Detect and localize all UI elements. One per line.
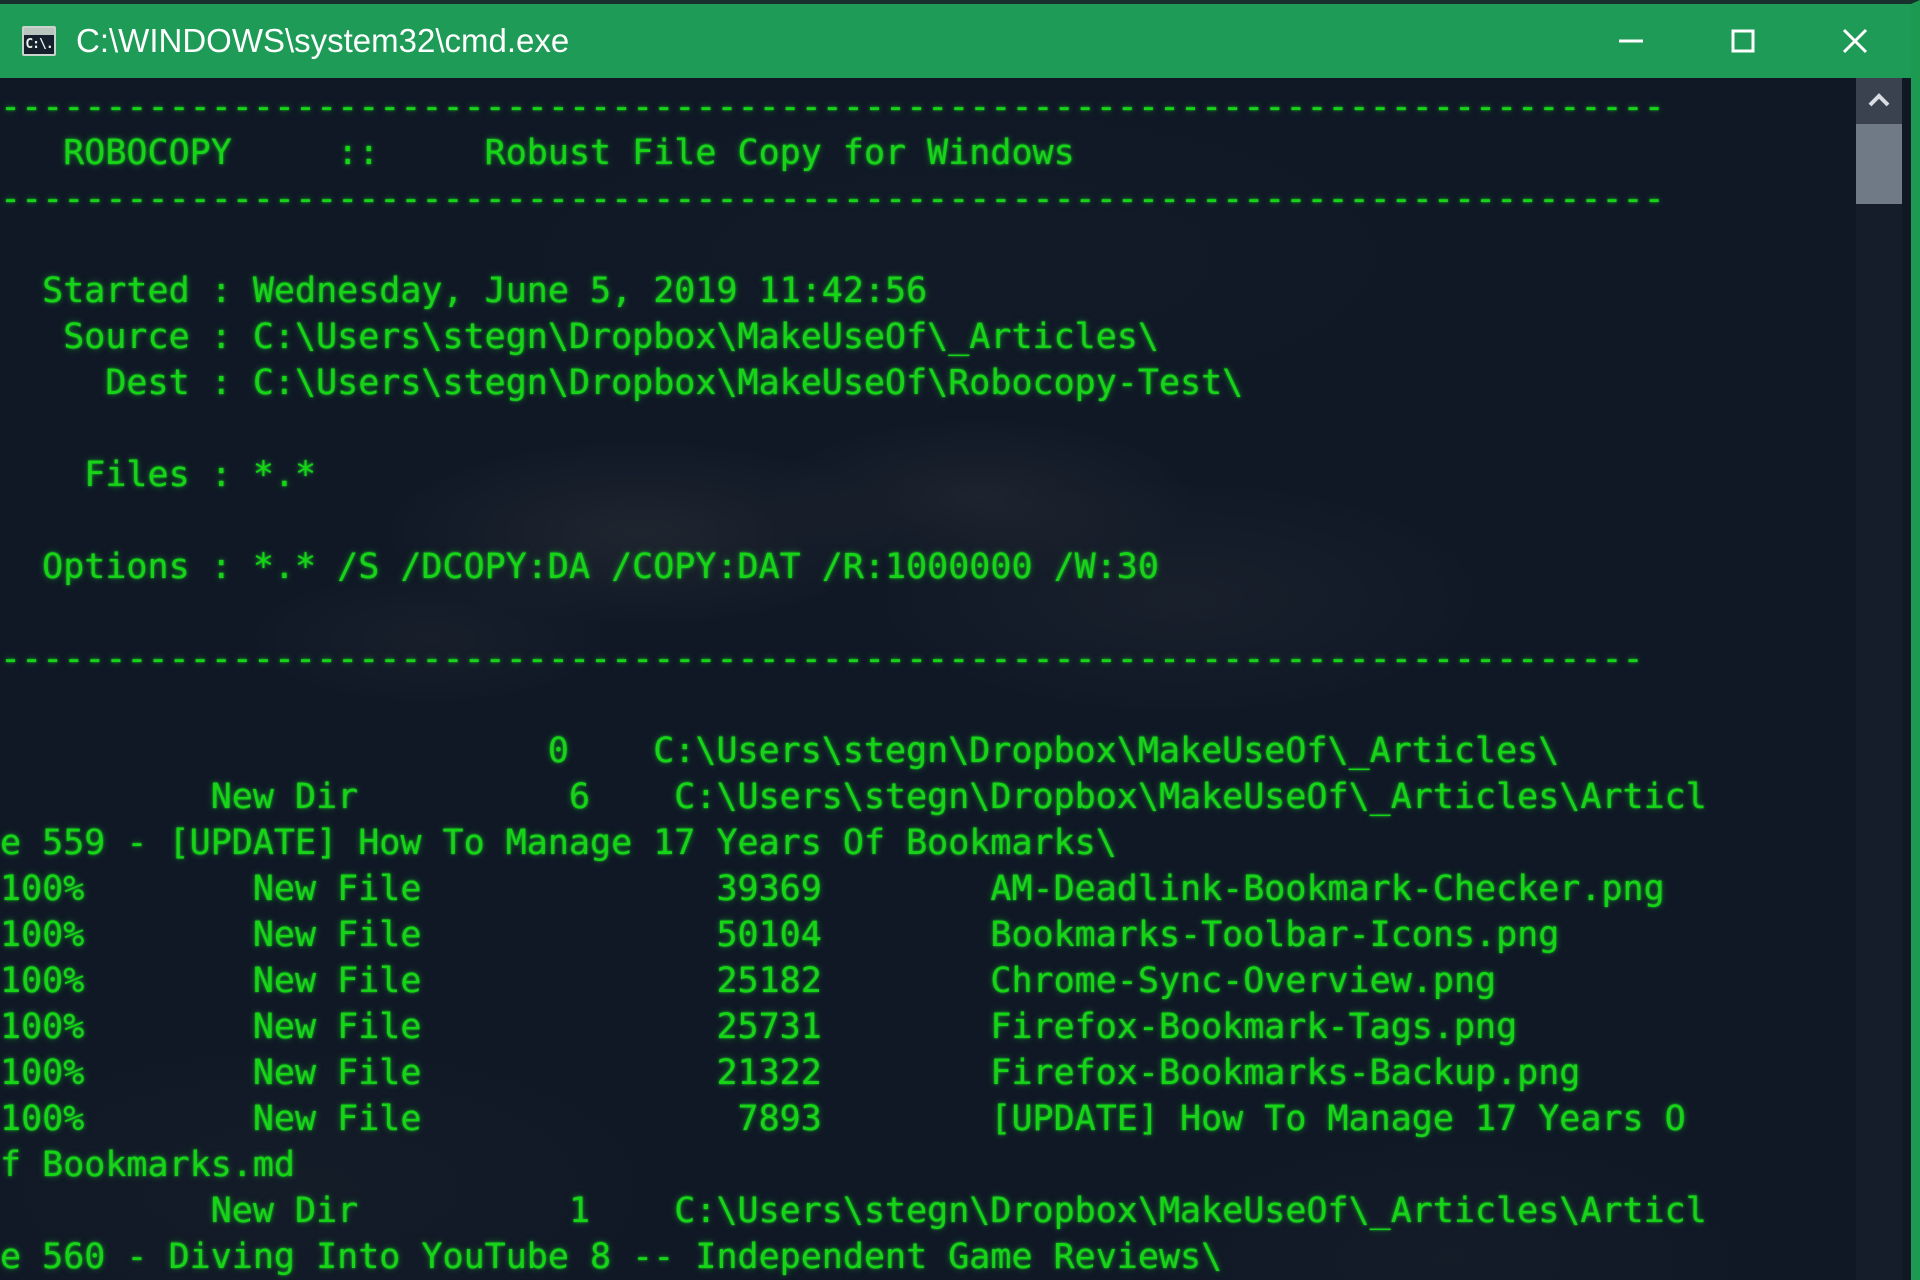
console-line: e 559 - [UPDATE] How To Manage 17 Years … [0, 823, 1117, 863]
console-line: Options : *.* /S /DCOPY:DA /COPY:DAT /R:… [0, 547, 1159, 587]
console-line: Dest : C:\Users\stegn\Dropbox\MakeUseOf\… [0, 363, 1244, 403]
cmd-window: C:\. C:\WINDOWS\system32\cmd.exe -------… [0, 0, 1920, 1280]
window-title: C:\WINDOWS\system32\cmd.exe [76, 22, 570, 59]
maximize-icon [1726, 24, 1760, 58]
minimize-icon [1614, 24, 1648, 58]
scrollbar-up-button[interactable] [1856, 78, 1902, 124]
console-line: f Bookmarks.md [0, 1145, 296, 1185]
console-line: ROBOCOPY :: Robust File Copy for Windows [0, 133, 1075, 173]
console-line: Source : C:\Users\stegn\Dropbox\MakeUseO… [0, 317, 1159, 357]
close-icon [1836, 22, 1874, 60]
chevron-up-icon [1865, 91, 1893, 111]
maximize-button[interactable] [1687, 4, 1799, 78]
console-line: e 560 - Diving Into YouTube 8 -- Indepen… [0, 1237, 1223, 1277]
console-line: 100% New File 50104 Bookmarks-Toolbar-Ic… [0, 915, 1560, 955]
console-line: New Dir 1 C:\Users\stegn\Dropbox\MakeUse… [0, 1191, 1707, 1231]
close-button[interactable] [1799, 4, 1911, 78]
console-line: ----------------------------------------… [0, 87, 1665, 127]
console-line: New Dir 6 C:\Users\stegn\Dropbox\MakeUse… [0, 777, 1707, 817]
console-line: ----------------------------------------… [0, 179, 1665, 219]
console-line: ----------------------------------------… [0, 639, 1644, 679]
console-line: 0 C:\Users\stegn\Dropbox\MakeUseOf\_Arti… [0, 731, 1560, 771]
console-line: Files : *.* [0, 455, 317, 495]
console-line: 100% New File 25182 Chrome-Sync-Overview… [0, 961, 1497, 1001]
console-line: Started : Wednesday, June 5, 2019 11:42:… [0, 271, 928, 311]
console-scrollbar[interactable] [1856, 78, 1902, 1280]
console-output-area[interactable]: ----------------------------------------… [0, 78, 1911, 1280]
cmd-app-icon-label: C:\. [25, 37, 53, 52]
console-line: 100% New File 7893 [UPDATE] How To Manag… [0, 1099, 1686, 1139]
title-bar[interactable]: C:\. C:\WINDOWS\system32\cmd.exe [0, 4, 1911, 78]
console-line: 100% New File 39369 AM-Deadlink-Bookmark… [0, 869, 1665, 909]
scrollbar-thumb[interactable] [1856, 124, 1902, 204]
cmd-app-icon: C:\. [22, 26, 56, 56]
console-text: ----------------------------------------… [0, 78, 1840, 1280]
scrollbar-track[interactable] [1856, 204, 1902, 1280]
console-line: 100% New File 25731 Firefox-Bookmark-Tag… [0, 1007, 1518, 1047]
minimize-button[interactable] [1575, 4, 1687, 78]
console-line: 100% New File 21322 Firefox-Bookmarks-Ba… [0, 1053, 1581, 1093]
